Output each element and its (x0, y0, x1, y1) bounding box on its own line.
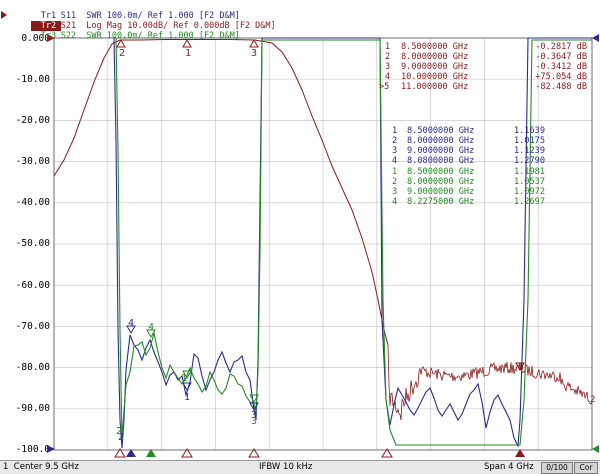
marker-row-freq: 8.2275000 GHz (407, 197, 474, 207)
marker-row-freq: 8.5000000 GHz (401, 42, 468, 52)
y-tick-label: -90.00 (16, 403, 51, 414)
marker-row-freq: 8.0800000 GHz (407, 156, 474, 166)
marker-row-freq: 10.000000 GHz (401, 72, 468, 82)
marker-row-value: -0.3647 dB (535, 52, 587, 62)
s21-reference-arrow-right-icon (592, 34, 599, 42)
vna-screen: 0.000 -10.00 -20.00 -30.00 -40.00 -50.00… (0, 0, 600, 474)
y-tick-label: -10.00 (16, 74, 51, 85)
grid (53, 37, 593, 451)
s11-marker-table: 1 8.5000000 GHz 1.1639 2 8.0000000 GHz 1… (392, 126, 545, 166)
ifbw-setting[interactable]: IFBW 10 kHz (259, 461, 312, 473)
y-tick-label: -20.00 (16, 115, 51, 126)
marker-row-value: 1.1981 (514, 167, 545, 177)
s22-trace (115, 37, 592, 446)
marker-row-value: 1.1639 (514, 126, 545, 136)
marker-row-value: 1.2790 (514, 156, 545, 166)
marker-row-id: 4 (392, 197, 397, 207)
marker-row-freq: 9.0000000 GHz (401, 62, 468, 72)
marker-row-freq: 8.5000000 GHz (407, 167, 474, 177)
marker-row-value: 1.0175 (514, 136, 545, 146)
marker-row-id: 4 (392, 156, 397, 166)
y-axis-labels: 0.000 -10.00 -20.00 -30.00 -40.00 -50.00… (16, 33, 51, 455)
trace-line-tr1[interactable]: Tr1 S11 SWR 100.0m/ Ref 1.000 [F2 D&M] (0, 1, 240, 21)
marker-row-id: 1 (392, 167, 397, 177)
status-bar: 1 Center 9.5 GHz IFBW 10 kHz Span 4 GHz … (0, 460, 600, 474)
y-tick-label: -70.00 (16, 321, 51, 332)
trace-settings: S22 SWR 100.0m/ Ref 1.000 [F2 D&M] (60, 31, 240, 41)
s21-marker-5-label: 5 (518, 362, 524, 373)
trace-header: Tr1 S11 SWR 100.0m/ Ref 1.000 [F2 D&M] Tr… (0, 0, 420, 41)
correction-indicator[interactable]: Cor (574, 462, 598, 474)
marker-row-id: 2 (392, 177, 397, 187)
y-tick-label: -100.0 (16, 444, 51, 455)
marker-row-value: -0.2817 dB (535, 42, 587, 52)
marker-row-freq: 11.000000 GHz (401, 82, 468, 92)
marker-row-freq: 9.0000000 GHz (407, 146, 474, 156)
s21-marker-2-label: 2 (119, 48, 125, 59)
marker-row-value: 1.2697 (514, 197, 545, 207)
s22-marker-3-label: 3 (251, 416, 257, 427)
s21-marker-3-icon[interactable] (249, 38, 259, 48)
y-tick-label: -30.00 (16, 156, 51, 167)
marker-row-id: 4 (385, 72, 390, 82)
marker-row-value: -0.3412 dB (535, 62, 587, 72)
span-setting[interactable]: Span 4 GHz (484, 461, 534, 473)
trace-id[interactable]: Tr3 (31, 31, 61, 41)
s21-marker-1-icon[interactable] (182, 38, 192, 48)
y-tick-label: -80.00 (16, 362, 51, 373)
marker-row-id: 3 (392, 187, 397, 197)
marker-row-value: +75.054 dB (535, 72, 587, 82)
s11-trace (113, 37, 592, 449)
marker-row-value: 1.0972 (514, 187, 545, 197)
marker-row-value: -82.488 dB (535, 82, 587, 92)
marker-row-freq: 8.0000000 GHz (407, 177, 474, 187)
y-tick-label: -60.00 (16, 280, 51, 291)
marker-row-value: 1.1239 (514, 146, 545, 156)
y-tick-label: -40.00 (16, 197, 51, 208)
marker-row-id: 2 (392, 136, 397, 146)
s22-marker-2-label: 2 (116, 426, 122, 437)
s21-marker-table: 1 8.5000000 GHz -0.2817 dB 2 8.0000000 G… (379, 42, 587, 92)
marker-row-id: >5 (379, 82, 389, 92)
s21-marker-3-label: 3 (251, 48, 257, 59)
marker-row-freq: 8.0000000 GHz (407, 136, 474, 146)
s22-marker-1-label: 1 (181, 373, 187, 384)
y-tick-label: -50.00 (16, 238, 51, 249)
s21-trace (53, 39, 389, 346)
s11-marker-1-label: 1 (184, 392, 190, 403)
trace-line-tr3[interactable]: Tr3 S22 SWR 100.0m/ Ref 1.000 [F2 D&M] (0, 21, 240, 41)
s11-marker-4-label: 4 (128, 318, 134, 329)
sweep-counter[interactable]: 0/100 (541, 462, 573, 474)
right-edge-marker-label: 2 (590, 395, 595, 405)
s22-reference-arrow-right-icon (592, 445, 599, 453)
marker-row-id: 1 (385, 42, 390, 52)
measurement-plot[interactable]: 0.000 -10.00 -20.00 -30.00 -40.00 -50.00… (0, 0, 600, 460)
trace-line-tr2[interactable]: Tr2 S21 Log Mag 10.00dB/ Ref 0.000dB [F2 … (0, 11, 276, 31)
marker-row-id: 3 (385, 62, 390, 72)
marker-row-value: 1.0537 (514, 177, 545, 187)
marker-row-freq: 9.0000000 GHz (407, 187, 474, 197)
channel-center-frequency[interactable]: 1 Center 9.5 GHz (3, 461, 79, 473)
marker-row-id: 2 (385, 52, 390, 62)
marker-row-id: 1 (392, 126, 397, 136)
s22-marker-4-label: 4 (148, 322, 154, 333)
marker-row-freq: 8.5000000 GHz (407, 126, 474, 136)
marker-row-id: 3 (392, 146, 397, 156)
marker-row-freq: 8.0000000 GHz (401, 52, 468, 62)
s21-marker-1-label: 1 (185, 48, 191, 59)
s22-marker-table: 1 8.5000000 GHz 1.1981 2 8.0000000 GHz 1… (392, 167, 545, 207)
